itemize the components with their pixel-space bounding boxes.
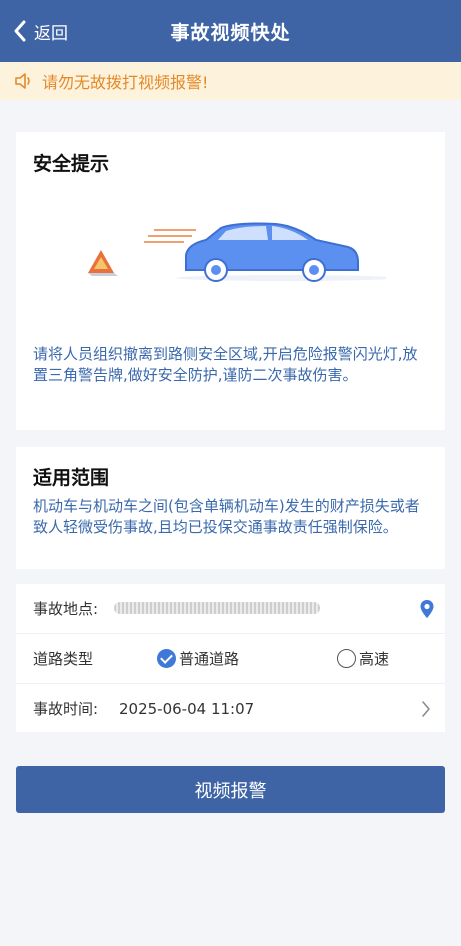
time-label: 事故时间: xyxy=(33,700,99,718)
notice-text: 请勿无故拨打视频报警! xyxy=(42,73,209,92)
warning-notice: 请勿无故拨打视频报警! xyxy=(0,62,461,100)
scope-card: 适用范围 机动车与机动车之间(包含单辆机动车)发生的财产损失或者致人轻微受伤事故… xyxy=(16,447,445,569)
chevron-right-icon xyxy=(422,701,430,717)
safety-title: 安全提示 xyxy=(33,153,110,175)
location-label: 事故地点: xyxy=(33,600,99,618)
safety-text: 请将人员组织撤离到路侧安全区域,开启危险报警闪光灯,放置三角警告牌,做好安全防护… xyxy=(33,345,418,384)
scope-text: 机动车与机动车之间(包含单辆机动车)发生的财产损失或者致人轻微受伤事故,且均已投… xyxy=(33,497,420,536)
car-accident-illustration xyxy=(88,222,386,282)
radio-highway-label: 高速 xyxy=(359,650,390,668)
top-nav-bar: 返回 事故视频快处 xyxy=(0,0,461,62)
time-row[interactable]: 事故时间: 2025-06-04 11:07 xyxy=(16,684,445,733)
time-value: 2025-06-04 11:07 xyxy=(119,699,255,718)
location-row[interactable]: 事故地点: xyxy=(16,584,445,634)
radio-unchecked-icon xyxy=(337,649,356,668)
road-type-row: 道路类型 普通道路 高速 xyxy=(16,634,445,684)
location-value-redacted xyxy=(114,602,320,614)
speaker-icon xyxy=(15,73,30,89)
video-report-button[interactable]: 视频报警 xyxy=(16,766,445,813)
accident-form: 事故地点: 道路类型 普通道路 高速 事故时间: 2025-06-04 11:0… xyxy=(16,584,445,732)
location-pin-icon[interactable] xyxy=(419,599,435,619)
radio-checked-icon xyxy=(157,649,176,668)
road-type-label: 道路类型 xyxy=(33,650,94,668)
radio-normal-road[interactable]: 普通道路 xyxy=(157,648,239,669)
page-title: 事故视频快处 xyxy=(170,22,291,44)
safety-tips-card: 安全提示 请将人员组织撤离到路侧安全区域,开启危险报警闪光灯,放置三角警告牌,做… xyxy=(16,132,445,430)
radio-highway[interactable]: 高速 xyxy=(337,648,389,669)
scope-title: 适用范围 xyxy=(33,467,110,489)
radio-normal-road-label: 普通道路 xyxy=(179,650,240,668)
